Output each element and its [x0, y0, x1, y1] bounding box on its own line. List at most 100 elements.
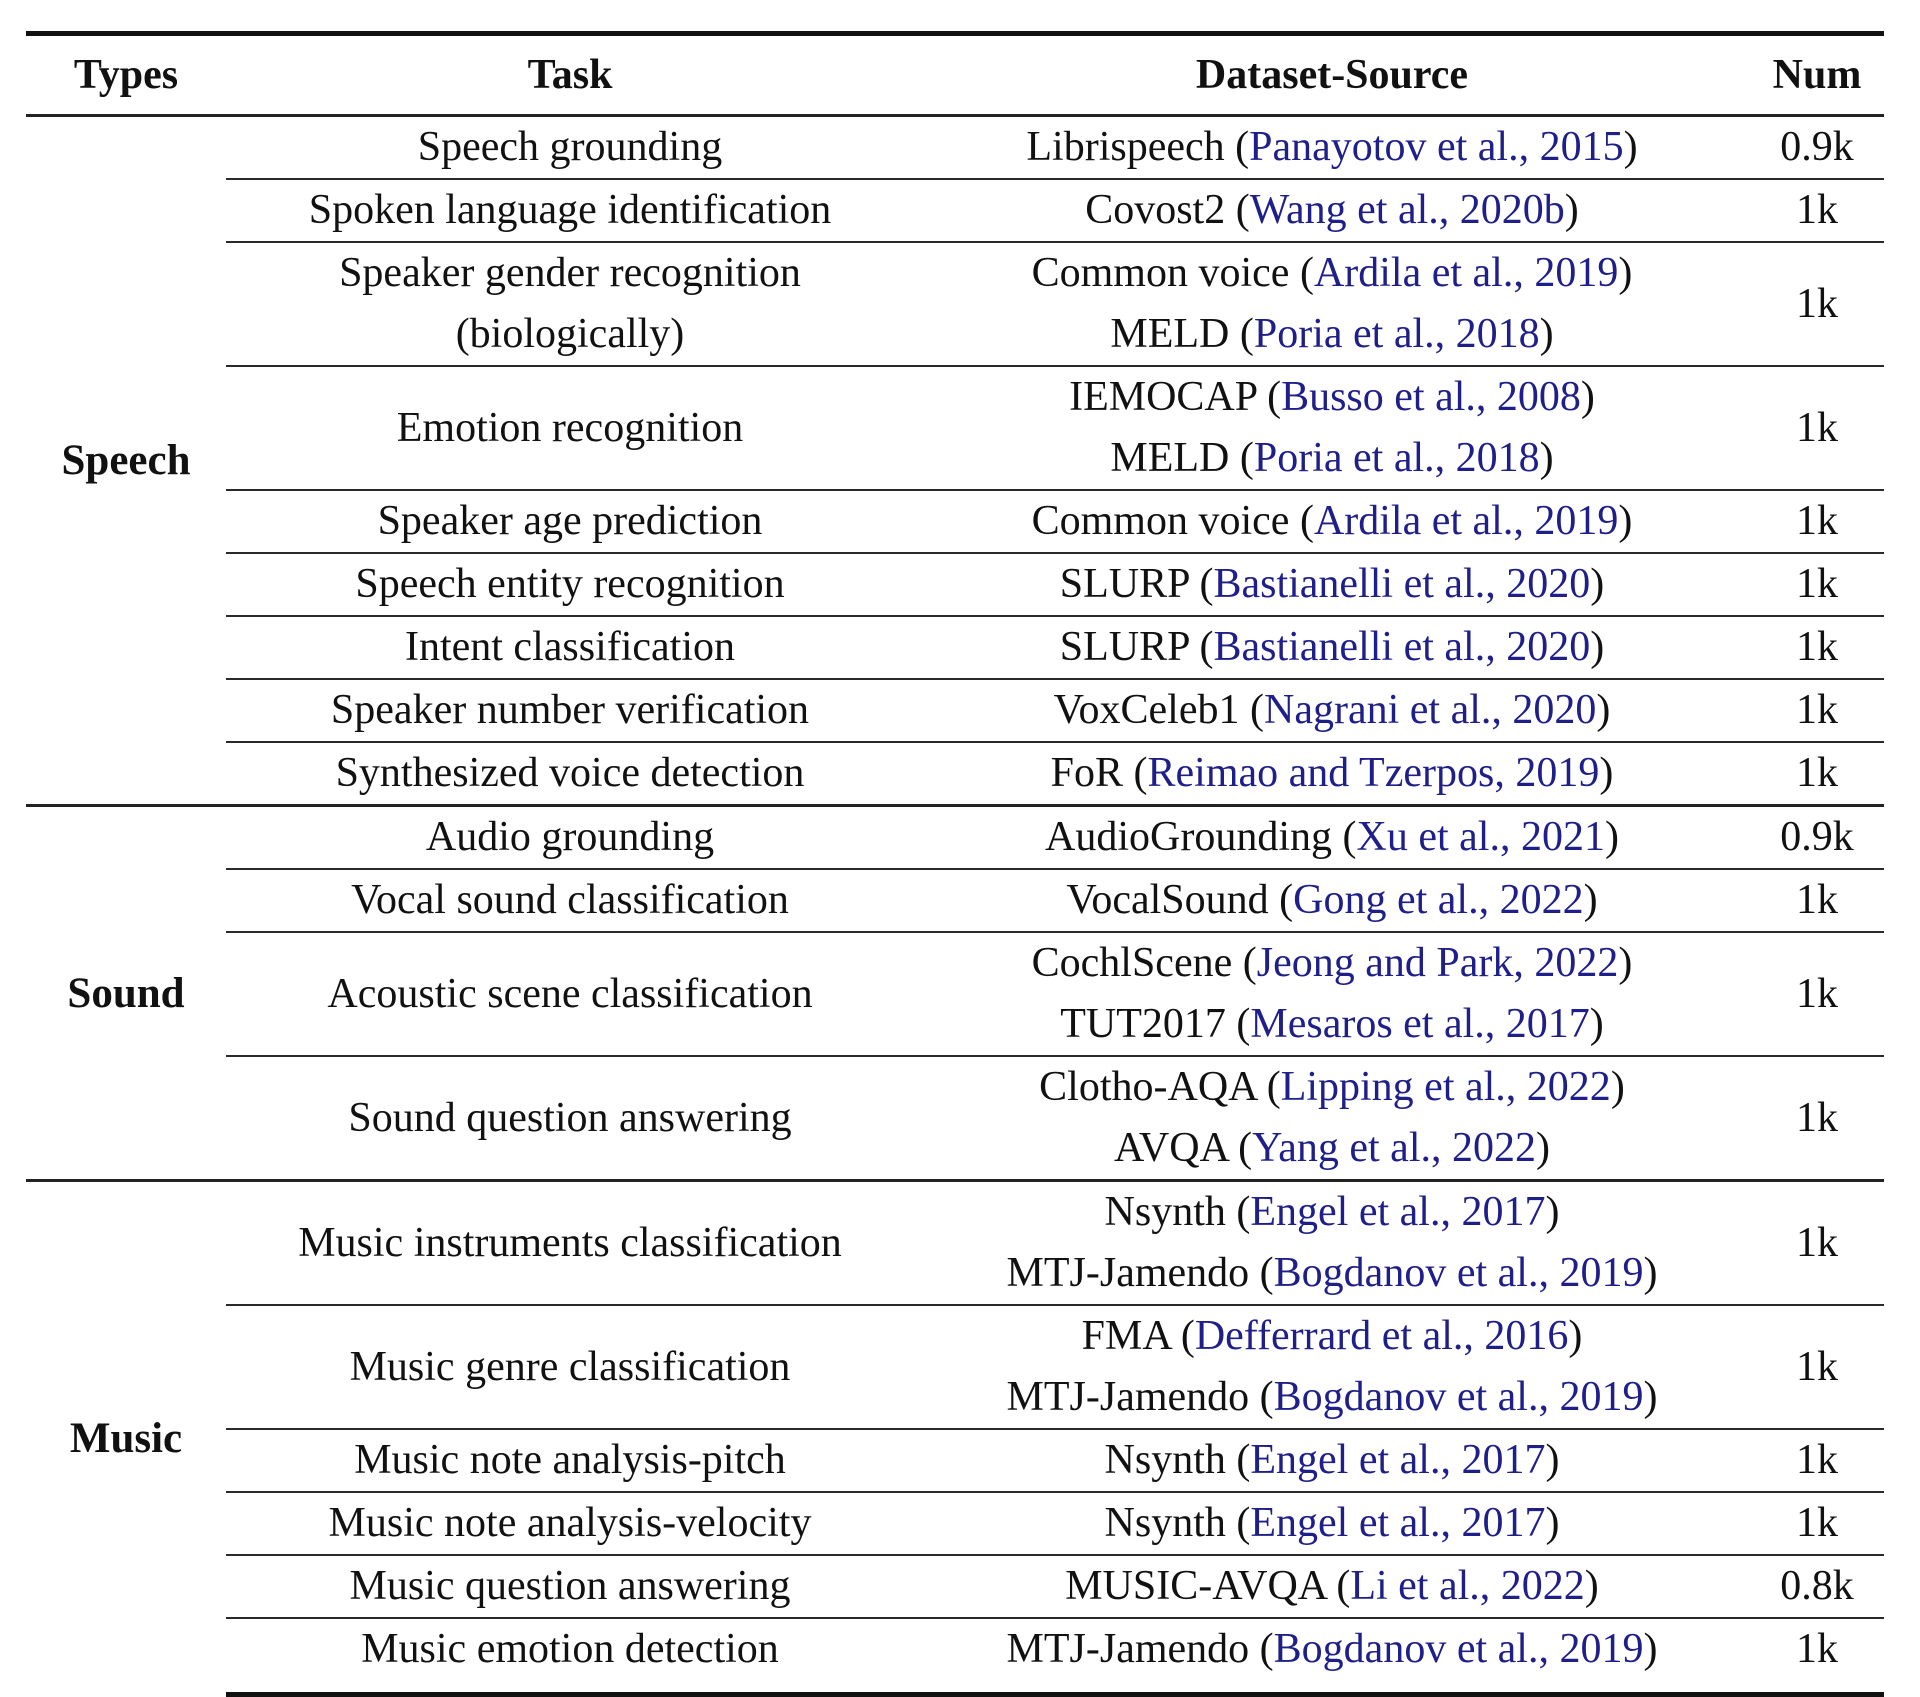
dataset-name: Nsynth: [1104, 1189, 1226, 1235]
num-cell: 0.9k: [1750, 804, 1884, 869]
task-name: Synthesized voice detection: [335, 750, 805, 796]
dataset-name: SLURP: [1059, 624, 1189, 670]
paren-open: (: [1225, 1189, 1251, 1235]
citation-link[interactable]: Poria et al., 2018: [1254, 311, 1540, 357]
citation-link[interactable]: Mesaros et al., 2017: [1250, 1001, 1589, 1047]
dataset-name: Common voice: [1031, 250, 1290, 296]
dataset-source: Nsynth (Engel et al., 2017): [914, 1182, 1750, 1243]
citation-link[interactable]: Bogdanov et al., 2019: [1274, 1250, 1644, 1296]
paren-open: (: [1225, 187, 1250, 233]
dataset-source-cell: Librispeech (Panayotov et al., 2015): [914, 116, 1750, 180]
paren-open: (: [1225, 1437, 1251, 1483]
dataset-source: Nsynth (Engel et al., 2017): [914, 1430, 1750, 1491]
num-cell: 1k: [1750, 489, 1884, 553]
citation-link[interactable]: Bastianelli et al., 2020: [1213, 561, 1590, 607]
dataset-name: Common voice: [1031, 498, 1290, 544]
paren-close: ): [1589, 1001, 1604, 1047]
section-type-label: Music: [26, 1179, 226, 1695]
paren-close: ): [1539, 435, 1554, 481]
dataset-name: MELD: [1110, 311, 1230, 357]
table-row: Synthesized voice detection FoR (Reimao a…: [26, 741, 1884, 806]
task-cell: Speaker number verification: [226, 678, 914, 742]
task-cell: Music emotion detection: [226, 1617, 914, 1697]
dataset-source-cell: CochlScene (Jeong and Park, 2022) TUT2017…: [914, 931, 1750, 1056]
paren-close: ): [1596, 687, 1611, 733]
citation-link[interactable]: Panayotov et al., 2015: [1249, 124, 1623, 170]
dataset-name: VocalSound: [1066, 877, 1269, 923]
dataset-source: Covost2 (Wang et al., 2020b): [914, 180, 1750, 241]
header-dataset-source: Dataset-Source: [914, 31, 1750, 117]
dataset-source: SLURP (Bastianelli et al., 2020): [914, 554, 1750, 615]
dataset-name: AVQA: [1114, 1125, 1228, 1171]
table-row: Speaker number verification VoxCeleb1 (Na…: [26, 678, 1884, 742]
citation-link[interactable]: Reimao and Tzerpos, 2019: [1148, 750, 1600, 796]
task-cell: Speaker age prediction: [226, 489, 914, 553]
task-name: Music genre classification: [349, 1343, 791, 1390]
citation-link[interactable]: Ardila et al., 2019: [1314, 498, 1618, 544]
citation-link[interactable]: Engel et al., 2017: [1250, 1500, 1545, 1546]
dataset-source: Clotho-AQA (Lipping et al., 2022): [914, 1057, 1750, 1118]
citation-link[interactable]: Gong et al., 2022: [1293, 877, 1583, 923]
table-row: Music Music instruments classification Nsy…: [26, 1179, 1884, 1695]
citation-link[interactable]: Wang et al., 2020b: [1250, 187, 1565, 233]
citation-link[interactable]: Nagrani et al., 2020: [1264, 687, 1596, 733]
paren-close: ): [1584, 1563, 1599, 1609]
dataset-name: FoR: [1050, 750, 1124, 796]
paren-open: (: [1224, 124, 1250, 170]
citation-link[interactable]: Engel et al., 2017: [1250, 1189, 1545, 1235]
table-row: Music note analysis-pitch Nsynth (Engel e…: [26, 1428, 1884, 1492]
task-cell: Music genre classification: [226, 1304, 914, 1429]
citation-link[interactable]: Li et al., 2022: [1350, 1563, 1584, 1609]
table-row: Acoustic scene classification CochlScene …: [26, 931, 1884, 1056]
table-row: Vocal sound classification VocalSound (Go…: [26, 868, 1884, 932]
paren-open: (: [1249, 1374, 1274, 1420]
task-cell: Intent classification: [226, 615, 914, 679]
task-name: Speech entity recognition: [355, 561, 785, 607]
dataset-name: MTJ-Jamendo: [1006, 1374, 1250, 1420]
paren-open: (: [1188, 624, 1214, 670]
paren-close: ): [1643, 1250, 1658, 1296]
citation-link[interactable]: Lipping et al., 2022: [1281, 1064, 1611, 1110]
dataset-source-cell: Covost2 (Wang et al., 2020b): [914, 178, 1750, 242]
dataset-source-cell: MUSIC-AVQA (Li et al., 2022): [914, 1554, 1750, 1618]
dataset-name: AudioGrounding: [1045, 814, 1333, 860]
num-cell: 1k: [1750, 1304, 1884, 1429]
table-row: Music question answering MUSIC-AVQA (Li e…: [26, 1554, 1884, 1618]
task-cell: Audio grounding: [226, 804, 914, 869]
citation-link[interactable]: Jeong and Park, 2022: [1257, 940, 1619, 986]
paren-close: ): [1539, 311, 1554, 357]
task-name: (biologically): [455, 311, 685, 357]
citation-link[interactable]: Yang et al., 2022: [1252, 1125, 1536, 1171]
section-type-label: Sound: [26, 804, 226, 1181]
dataset-source-cell: SLURP (Bastianelli et al., 2020): [914, 615, 1750, 679]
table-row: Intent classification SLURP (Bastianelli …: [26, 615, 1884, 679]
dataset-source-cell: Common voice (Ardila et al., 2019) MELD (…: [914, 241, 1750, 366]
citation-link[interactable]: Engel et al., 2017: [1250, 1437, 1545, 1483]
task-name: Vocal sound classification: [351, 877, 789, 923]
citation-link[interactable]: Bogdanov et al., 2019: [1274, 1626, 1644, 1672]
task-cell: Speech entity recognition: [226, 552, 914, 616]
citation-link[interactable]: Bastianelli et al., 2020: [1213, 624, 1590, 670]
dataset-source: VoxCeleb1 (Nagrani et al., 2020): [914, 680, 1750, 741]
paren-open: (: [1170, 1313, 1195, 1359]
dataset-source-cell: AudioGrounding (Xu et al., 2021): [914, 804, 1750, 869]
citation-link[interactable]: Defferrard et al., 2016: [1195, 1313, 1569, 1359]
table-row: Music emotion detection MTJ-Jamendo (Bogd…: [26, 1617, 1884, 1697]
citation-link[interactable]: Poria et al., 2018: [1254, 435, 1540, 481]
citation-link[interactable]: Busso et al., 2008: [1281, 374, 1581, 420]
citation-link[interactable]: Ardila et al., 2019: [1314, 250, 1618, 296]
task-name: Acoustic scene classification: [327, 970, 813, 1017]
task-name: Music note analysis-velocity: [328, 1500, 812, 1546]
dataset-name: MUSIC-AVQA: [1065, 1563, 1326, 1609]
dataset-source-cell: VoxCeleb1 (Nagrani et al., 2020): [914, 678, 1750, 742]
task-cell: Emotion recognition: [226, 365, 914, 490]
paren-open: (: [1232, 940, 1257, 986]
num-cell: 1k: [1750, 552, 1884, 616]
citation-link[interactable]: Bogdanov et al., 2019: [1274, 1374, 1644, 1420]
paren-close: ): [1604, 814, 1619, 860]
citation-link[interactable]: Xu et al., 2021: [1357, 814, 1605, 860]
task-cell: Spoken language identification: [226, 178, 914, 242]
dataset-name: MELD: [1110, 435, 1230, 481]
dataset-source: Librispeech (Panayotov et al., 2015): [914, 117, 1750, 178]
dataset-source: VocalSound (Gong et al., 2022): [914, 870, 1750, 931]
